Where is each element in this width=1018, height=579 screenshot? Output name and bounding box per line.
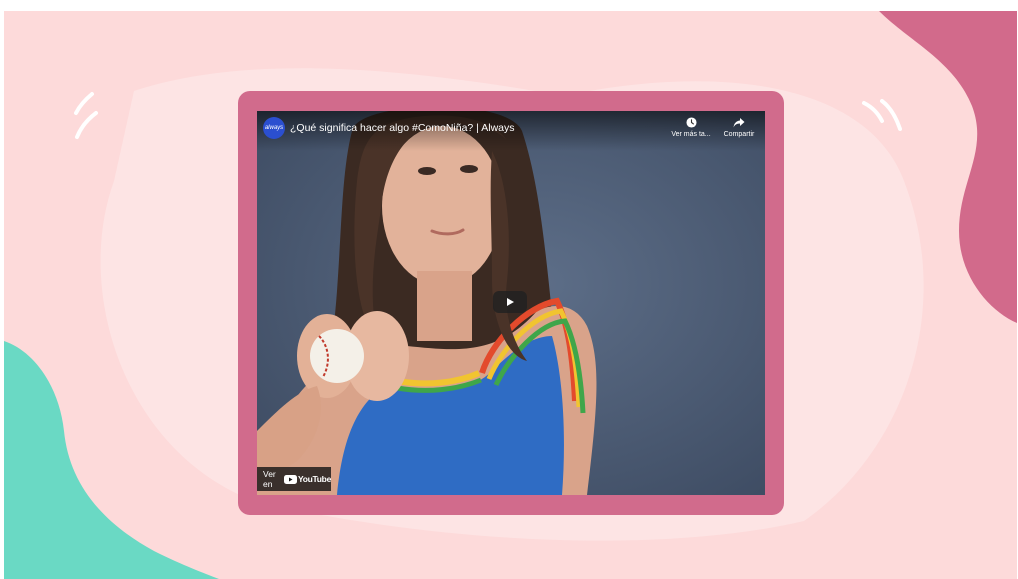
sparkle-right-icon <box>862 99 902 131</box>
slide-canvas: always ¿Qué significa hacer algo #ComoNi… <box>4 11 1017 579</box>
youtube-logo: YouTube <box>284 474 331 484</box>
clock-icon <box>685 117 697 128</box>
youtube-wordmark: YouTube <box>298 474 331 484</box>
video-frame: always ¿Qué significa hacer algo #ComoNi… <box>238 91 784 515</box>
watch-on-label: Ver en <box>263 469 276 489</box>
play-button[interactable] <box>493 291 527 313</box>
embedded-video-player[interactable]: always ¿Qué significa hacer algo #ComoNi… <box>257 111 765 495</box>
watch-later-label: Ver más ta... <box>671 131 711 138</box>
play-icon <box>507 298 514 306</box>
player-top-bar: always ¿Qué significa hacer algo #ComoNi… <box>257 111 765 151</box>
video-title-link[interactable]: ¿Qué significa hacer algo #ComoNiña? | A… <box>290 122 515 134</box>
share-arrow-icon <box>733 118 745 128</box>
watch-on-youtube-button[interactable]: Ver en YouTube <box>257 467 331 491</box>
share-button[interactable]: Compartir <box>715 117 763 145</box>
sparkle-left-icon <box>74 92 98 139</box>
watch-later-button[interactable]: Ver más ta... <box>667 117 715 145</box>
youtube-logo-icon <box>284 474 297 484</box>
share-label: Compartir <box>723 131 755 138</box>
channel-avatar[interactable]: always <box>263 117 285 139</box>
